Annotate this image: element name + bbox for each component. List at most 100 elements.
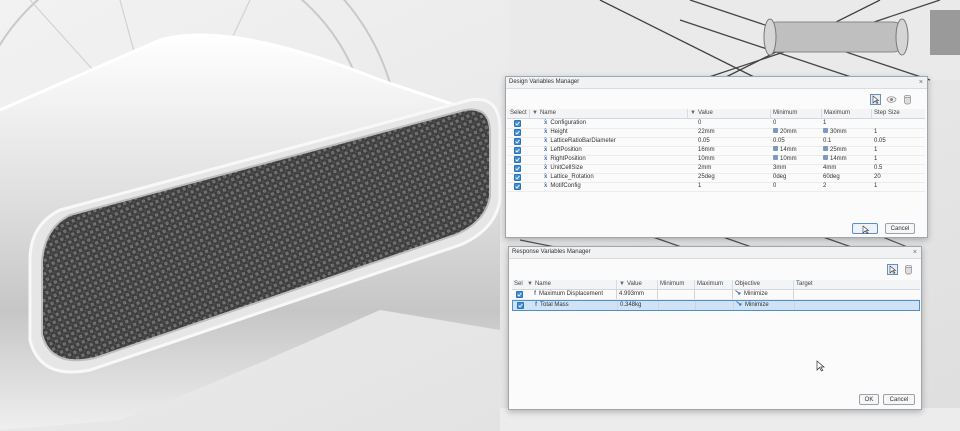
- row-checkbox[interactable]: [514, 165, 521, 172]
- response-name: Total Mass: [540, 302, 569, 308]
- row-checkbox[interactable]: [514, 147, 521, 154]
- lock-icon[interactable]: [823, 146, 828, 151]
- close-icon[interactable]: ×: [913, 247, 917, 258]
- ok-button[interactable]: OK: [859, 394, 879, 405]
- column-header-select[interactable]: Select: [510, 109, 527, 118]
- variable-minimum-cell: 0: [773, 119, 776, 128]
- minimize-arrow-icon: [735, 290, 742, 295]
- eye-icon[interactable]: [886, 94, 897, 105]
- column-header-objective[interactable]: Objective: [732, 280, 760, 289]
- variable-maximum: 60deg: [823, 174, 840, 180]
- lock-icon[interactable]: [823, 128, 828, 133]
- variable-minimum: 10mm: [780, 156, 797, 162]
- row-checkbox[interactable]: [516, 291, 523, 298]
- variable-minimum: 0: [773, 183, 777, 189]
- variable-maximum-cell: 2: [823, 182, 826, 191]
- variable-minimum-cell: 14mm: [773, 146, 797, 155]
- response-variables-table: Sel ▼ Name ▼ Value Minimum Maximum Objecti…: [512, 280, 920, 320]
- select-arrow-icon[interactable]: [887, 264, 898, 275]
- column-header-maximum[interactable]: Maximum: [821, 109, 850, 118]
- column-divider: [657, 290, 658, 299]
- lock-icon[interactable]: [773, 146, 778, 151]
- lock-icon[interactable]: [773, 128, 778, 133]
- variable-name: Lattice_Rotation: [550, 174, 594, 180]
- table-row[interactable]: f̀ Maximum Displacement 4.993mm Minimize: [512, 290, 920, 300]
- response-name: Maximum Displacement: [539, 291, 604, 297]
- column-header-name-label: Name: [539, 110, 556, 116]
- filter-icon[interactable]: ▼: [690, 109, 696, 118]
- response-objective: Minimize: [744, 291, 768, 297]
- column-header-value-label: Value: [626, 281, 642, 287]
- response-objective: Minimize: [745, 302, 769, 308]
- variable-name-cell: x̀ Configuration: [544, 119, 586, 128]
- row-checkbox[interactable]: [514, 120, 521, 127]
- table-row[interactable]: f̀ Total Mass 0.348kg Minimize: [512, 300, 920, 311]
- column-header-name-label: Name: [534, 281, 551, 287]
- variable-value: 10mm: [698, 156, 715, 162]
- design-variable-icon: x̀: [544, 129, 548, 135]
- response-name-cell: f̀ Total Mass: [535, 301, 569, 310]
- variable-maximum-cell: 60deg: [823, 173, 840, 182]
- filter-icon[interactable]: ▼: [527, 280, 533, 289]
- cancel-button[interactable]: Cancel: [885, 223, 915, 234]
- row-checkbox[interactable]: [517, 302, 524, 309]
- column-header-name[interactable]: ▼ Name: [529, 109, 556, 118]
- variable-step-size: 0.05: [874, 138, 886, 144]
- row-checkbox[interactable]: [514, 174, 521, 181]
- column-header-value[interactable]: ▼ Value: [687, 109, 713, 118]
- filter-icon[interactable]: ▼: [619, 280, 625, 289]
- column-header-sel[interactable]: Sel: [514, 280, 523, 289]
- variable-maximum-cell: 25mm: [823, 146, 847, 155]
- variable-maximum: 25mm: [830, 147, 847, 153]
- variable-name-cell: x̀ UnitCellSize: [544, 164, 583, 173]
- column-divider: [794, 301, 795, 310]
- close-icon[interactable]: ×: [919, 77, 923, 88]
- variable-maximum: 1: [823, 120, 827, 126]
- design-variables-table: Select ▼ Name ▼ Value Minimum Maximum Step…: [507, 109, 925, 209]
- column-header-name[interactable]: ▼ Name: [527, 280, 551, 289]
- variable-name-cell: x̀ Height: [544, 128, 568, 137]
- database-icon[interactable]: [902, 94, 913, 105]
- response-value: 0.348kg: [620, 302, 642, 308]
- database-icon[interactable]: [903, 264, 914, 275]
- variable-maximum: 4mm: [823, 165, 837, 171]
- row-checkbox[interactable]: [514, 183, 521, 190]
- variable-minimum-cell: 0deg: [773, 173, 786, 182]
- variable-minimum: 3mm: [773, 165, 787, 171]
- column-divider: [616, 290, 617, 299]
- variable-minimum-cell: 0: [773, 182, 776, 191]
- variable-maximum: 14mm: [830, 156, 847, 162]
- rvm-title-bar: Response Variables Manager ×: [509, 247, 921, 259]
- lock-icon[interactable]: [823, 155, 828, 160]
- response-variables-manager-window: Response Variables Manager × Sel ▼ Name ▼…: [508, 246, 922, 410]
- row-checkbox[interactable]: [514, 156, 521, 163]
- column-header-minimum[interactable]: Minimum: [657, 280, 684, 289]
- variable-step-size: 1: [874, 129, 878, 135]
- column-divider: [793, 290, 794, 299]
- variable-value: 0: [698, 120, 702, 126]
- variable-name: Configuration: [550, 120, 587, 126]
- minimize-arrow-icon: [736, 301, 743, 306]
- select-arrow-icon[interactable]: [870, 94, 881, 105]
- column-divider: [694, 290, 695, 299]
- column-header-value[interactable]: ▼ Value: [616, 280, 642, 289]
- column-header-maximum[interactable]: Maximum: [694, 280, 723, 289]
- ok-button[interactable]: [852, 223, 878, 234]
- variable-maximum-cell: 1: [823, 119, 826, 128]
- column-divider: [732, 290, 733, 299]
- column-header-minimum[interactable]: Minimum: [770, 109, 797, 118]
- table-row[interactable]: x̀ MotifConfig 1 0 2 1: [507, 182, 925, 192]
- variable-step-size: 0.5: [874, 165, 883, 171]
- row-checkbox[interactable]: [514, 129, 521, 136]
- column-divider: [733, 301, 734, 310]
- column-divider: [617, 301, 618, 310]
- column-header-target[interactable]: Target: [793, 280, 813, 289]
- variable-value: 2mm: [698, 165, 712, 171]
- cancel-button[interactable]: Cancel: [883, 394, 915, 405]
- row-checkbox[interactable]: [514, 138, 521, 145]
- variable-step-size: 1: [874, 183, 878, 189]
- column-header-step-size[interactable]: Step Size: [871, 109, 900, 118]
- filter-icon[interactable]: ▼: [532, 109, 538, 118]
- response-objective-cell: Minimize: [736, 301, 769, 310]
- lock-icon[interactable]: [773, 155, 778, 160]
